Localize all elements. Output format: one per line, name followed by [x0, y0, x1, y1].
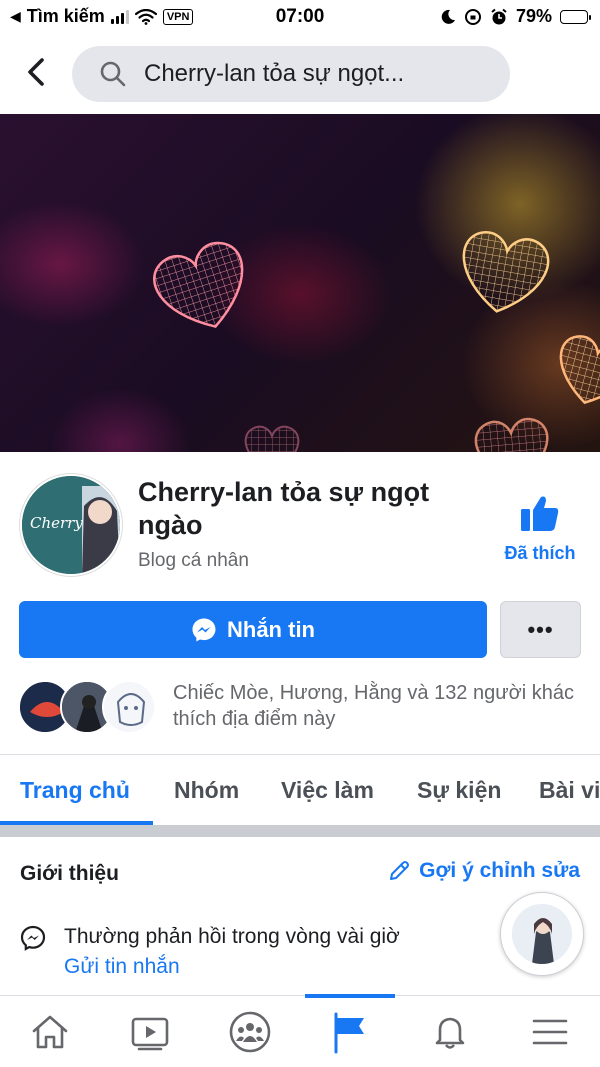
thumbnail-image	[512, 904, 572, 964]
tab-events[interactable]: Sự kiện	[417, 777, 501, 804]
about-title: Giới thiệu	[20, 862, 119, 885]
orientation-lock-icon	[464, 8, 481, 25]
send-message-link[interactable]: Gửi tin nhắn	[64, 955, 180, 979]
tab-groups[interactable]: Nhóm	[174, 777, 239, 804]
page-profile-thumbnail[interactable]	[500, 892, 584, 976]
more-options-button[interactable]: •••	[500, 601, 581, 658]
page-category: Blog cá nhân	[138, 550, 249, 571]
bottom-navigation	[0, 994, 600, 1067]
nav-groups[interactable]	[200, 996, 300, 1067]
battery-percent: 79%	[515, 6, 552, 26]
messenger-outline-icon	[20, 925, 46, 951]
home-icon	[32, 1015, 68, 1049]
search-query-text: Cherry-lan tỏa sự ngọt...	[144, 60, 405, 87]
nav-home[interactable]	[0, 996, 100, 1067]
page-avatar[interactable]: Cherry	[20, 474, 122, 576]
search-icon	[100, 61, 126, 87]
messenger-icon	[192, 618, 216, 641]
friends-like-text: Chiếc Mòe, Hương, Hằng và 132 người khác…	[173, 682, 574, 730]
pencil-icon	[390, 861, 410, 880]
menu-icon	[532, 1019, 568, 1045]
nav-notifications[interactable]	[400, 996, 500, 1067]
send-message-label: Nhắn tin	[227, 616, 315, 642]
battery-icon	[560, 9, 591, 24]
video-icon	[131, 1017, 169, 1051]
suggest-edit-label: Gợi ý chỉnh sửa	[419, 859, 580, 882]
nav-menu[interactable]	[500, 996, 600, 1067]
liked-label: Đã thích	[504, 543, 576, 563]
tab-posts[interactable]: Bài vi	[539, 777, 600, 804]
status-bar: ◀ Tìm kiếm VPN 07:00 79%	[0, 0, 600, 34]
cover-hearts-image	[153, 231, 600, 452]
send-message-button[interactable]: Nhắn tin	[19, 601, 487, 658]
avatar-text: Cherry	[30, 514, 83, 532]
about-section: Giới thiệu Gợi ý chỉnh sửa Thường phản h…	[0, 837, 600, 997]
response-time-row: Thường phản hồi trong vòng vài giờ	[20, 922, 400, 952]
friend-avatar	[102, 680, 156, 734]
bell-icon	[435, 1017, 465, 1049]
alarm-icon	[491, 8, 507, 24]
more-options-label: •••	[527, 616, 554, 642]
nav-pages[interactable]	[300, 996, 400, 1067]
thumbs-up-icon	[521, 496, 559, 531]
friend-avatars	[18, 680, 158, 736]
page-avatar-image: Cherry	[22, 476, 120, 574]
pages-flag-icon	[334, 1012, 364, 1054]
search-header: Cherry-lan tỏa sự ngọt...	[0, 34, 600, 114]
moon-icon	[441, 9, 455, 24]
section-divider	[0, 825, 600, 837]
page-title: Cherry-lan tỏa sự ngọt ngào	[138, 477, 430, 540]
groups-icon	[229, 1011, 271, 1053]
nav-watch[interactable]	[100, 996, 200, 1067]
response-time-text: Thường phản hồi trong vòng vài giờ	[64, 925, 400, 948]
friends-like-row[interactable]: Chiếc Mòe, Hương, Hằng và 132 người khác…	[0, 670, 600, 750]
back-arrow-icon[interactable]	[22, 54, 52, 90]
tab-jobs[interactable]: Việc làm	[281, 777, 374, 804]
suggest-edit-button[interactable]: Gợi ý chỉnh sửa	[387, 859, 580, 883]
tab-home[interactable]: Trang chủ	[20, 777, 130, 804]
page-tabs: Trang chủ Nhóm Việc làm Sự kiện Bài vi	[0, 755, 600, 825]
page-info: Cherry Cherry-lan tỏa sự ngọt ngào Blog …	[0, 452, 600, 602]
search-input[interactable]: Cherry-lan tỏa sự ngọt...	[72, 46, 510, 102]
liked-button[interactable]: Đã thích	[490, 494, 590, 564]
cover-photo[interactable]	[0, 114, 600, 452]
